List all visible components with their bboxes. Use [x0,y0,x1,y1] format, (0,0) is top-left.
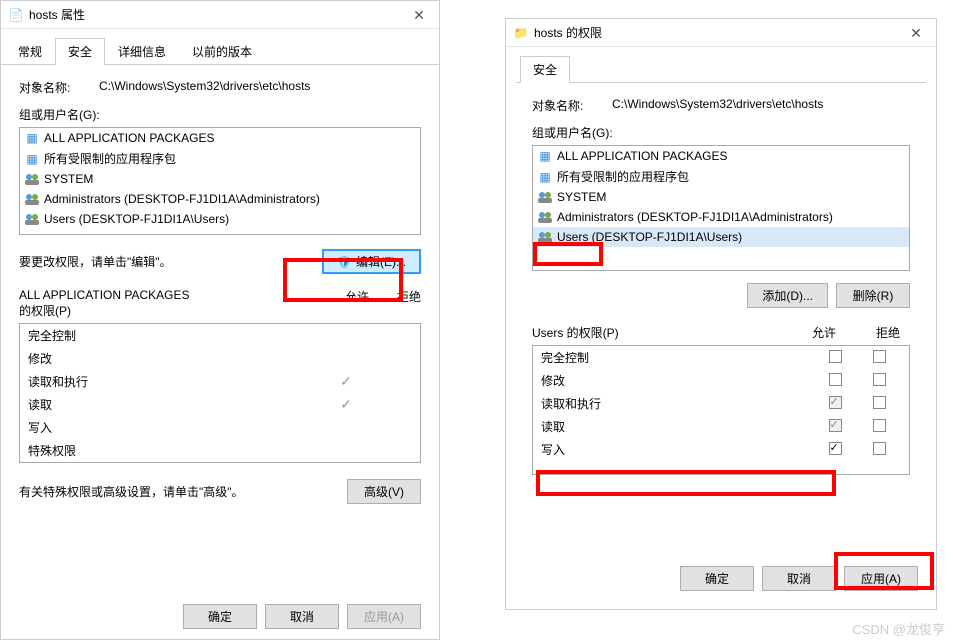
list-item[interactable]: SYSTEM [20,169,420,189]
allow-col-label: 允许 [812,324,836,341]
principals-list[interactable]: ▦ALL APPLICATION PACKAGES ▦所有受限制的应用程序包 S… [532,145,910,271]
permissions-header: Users 的权限(P) [532,324,619,341]
advanced-hint: 有关特殊权限或高级设置，请单击"高级"。 [19,483,244,500]
allow-check: ✓ [324,396,368,413]
close-button[interactable]: ✕ [399,1,439,29]
group-icon [24,171,40,187]
file-icon: 📄 [9,8,23,22]
allow-col-label: 允许 [345,288,369,319]
groups-label: 组或用户名(G): [19,106,421,123]
titlebar[interactable]: 📄 hosts 属性 ✕ [1,1,439,29]
list-item[interactable]: ▦所有受限制的应用程序包 [20,148,420,169]
allow-checkbox[interactable] [829,350,842,363]
group-icon [537,189,553,205]
permissions-table: 完全控制 修改 读取和执行✓ 读取✓ 写入 特殊权限 [19,323,421,463]
watermark: CSDN @龙俊亨 [852,619,945,638]
list-item[interactable]: ▦ALL APPLICATION PACKAGES [533,146,909,166]
add-button[interactable]: 添加(D)... [747,283,828,308]
allow-checkbox[interactable] [829,373,842,386]
allow-checkbox[interactable] [829,396,842,409]
list-item-selected[interactable]: Users (DESKTOP-FJ1DI1A\Users) [533,227,909,247]
apply-button[interactable]: 应用(A) [347,604,421,629]
ok-button[interactable]: 确定 [680,566,754,591]
properties-dialog: 📄 hosts 属性 ✕ 常规 安全 详细信息 以前的版本 对象名称: C:\W… [0,0,440,640]
deny-col-label: 拒绝 [876,324,900,341]
list-item[interactable]: Users (DESKTOP-FJ1DI1A\Users) [20,209,420,229]
group-icon [24,191,40,207]
package-icon: ▦ [24,151,40,167]
list-item[interactable]: Administrators (DESKTOP-FJ1DI1A\Administ… [533,207,909,227]
tab-security[interactable]: 安全 [520,56,570,83]
shield-icon: 🛡 [337,255,352,269]
deny-checkbox[interactable] [873,373,886,386]
advanced-button[interactable]: 高级(V) [347,479,421,504]
close-button[interactable]: ✕ [896,19,936,47]
deny-checkbox[interactable] [873,419,886,432]
ok-button[interactable]: 确定 [183,604,257,629]
cancel-button[interactable]: 取消 [762,566,836,591]
tab-details[interactable]: 详细信息 [105,38,179,65]
package-icon: ▦ [537,169,553,185]
object-name-value: C:\Windows\System32\drivers\etc\hosts [99,79,310,96]
groups-label: 组或用户名(G): [532,124,910,141]
folder-icon: 📁 [514,26,528,40]
dialog-buttons: 确定 取消 应用(A) [506,556,936,601]
apply-button[interactable]: 应用(A) [844,566,918,591]
deny-checkbox[interactable] [873,396,886,409]
tab-security[interactable]: 安全 [55,38,105,65]
list-item[interactable]: SYSTEM [533,187,909,207]
cancel-button[interactable]: 取消 [265,604,339,629]
group-icon [537,209,553,225]
object-name-label: 对象名称: [532,97,612,114]
group-icon [537,229,553,245]
principals-list[interactable]: ▦ALL APPLICATION PACKAGES ▦所有受限制的应用程序包 S… [19,127,421,235]
package-icon: ▦ [24,130,40,146]
permissions-dialog: 📁 hosts 的权限 ✕ 安全 对象名称: C:\Windows\System… [505,18,937,610]
deny-checkbox[interactable] [873,442,886,455]
content-area: 对象名称: C:\Windows\System32\drivers\etc\ho… [1,65,439,532]
tab-general[interactable]: 常规 [5,38,55,65]
group-icon [24,211,40,227]
list-item[interactable]: ▦所有受限制的应用程序包 [533,166,909,187]
list-item[interactable]: ▦ALL APPLICATION PACKAGES [20,128,420,148]
package-icon: ▦ [537,148,553,164]
dialog-buttons: 确定 取消 应用(A) [1,594,439,639]
allow-check: ✓ [324,373,368,390]
allow-checkbox[interactable] [829,419,842,432]
titlebar[interactable]: 📁 hosts 的权限 ✕ [506,19,936,47]
object-name-label: 对象名称: [19,79,99,96]
edit-button[interactable]: 🛡编辑(E)... [322,249,421,274]
permissions-header: ALL APPLICATION PACKAGES的权限(P) [19,288,190,319]
content-area: 对象名称: C:\Windows\System32\drivers\etc\ho… [506,83,936,489]
remove-button[interactable]: 删除(R) [836,283,910,308]
list-item[interactable]: Administrators (DESKTOP-FJ1DI1A\Administ… [20,189,420,209]
tab-previous-versions[interactable]: 以前的版本 [179,38,265,65]
deny-checkbox[interactable] [873,350,886,363]
deny-col-label: 拒绝 [397,288,421,319]
tab-bar: 常规 安全 详细信息 以前的版本 [1,33,439,65]
permissions-table: 完全控制 修改 读取和执行 读取 写入 [532,345,910,475]
window-title: hosts 属性 [29,6,85,23]
edit-hint: 要更改权限，请单击"编辑"。 [19,253,172,270]
object-name-value: C:\Windows\System32\drivers\etc\hosts [612,97,823,114]
window-title: hosts 的权限 [534,24,602,41]
tab-bar: 安全 [516,51,926,83]
allow-checkbox[interactable] [829,442,842,455]
